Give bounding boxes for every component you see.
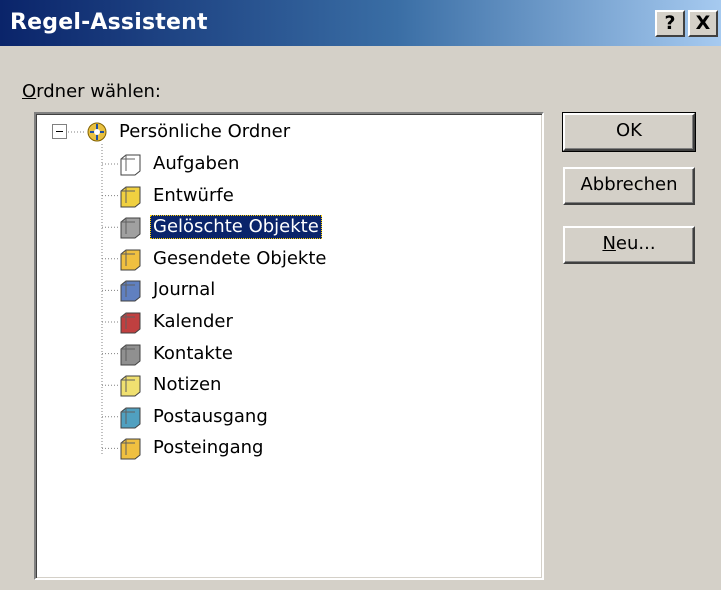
tree-label: Notizen	[153, 374, 222, 396]
tree-item[interactable]: Journal	[118, 276, 218, 304]
cancel-button[interactable]: Abbrechen	[563, 167, 695, 205]
help-button[interactable]: ?	[655, 10, 685, 37]
tree-item[interactable]: Notizen	[118, 371, 224, 399]
tree-label: Aufgaben	[153, 153, 240, 174]
label-text: rdner wählen:	[36, 81, 161, 102]
tree-label: Kalender	[153, 311, 233, 332]
tree-item[interactable]: Gelöschte Objekte	[118, 213, 322, 241]
tree-label: Postausgang	[153, 405, 268, 427]
title-bar[interactable]: Regel-Assistent ? X	[0, 0, 721, 46]
close-button[interactable]: X	[688, 10, 718, 37]
tree-item[interactable]: Gesendete Objekte	[118, 245, 329, 273]
tasks-icon	[118, 152, 144, 176]
tree-label: Gesendete Objekte	[153, 247, 327, 269]
new-mnemonic: N	[602, 233, 616, 254]
new-label: eu...	[615, 233, 656, 254]
new-button[interactable]: Neu...	[563, 226, 695, 264]
label-mnemonic: O	[22, 81, 37, 102]
tree-item[interactable]: Posteingang	[118, 434, 266, 462]
tree-item[interactable]: Kalender	[118, 308, 236, 336]
tree-label: Journal	[153, 279, 216, 301]
deleted-items-icon	[118, 215, 144, 239]
tree-item[interactable]: Kontakte	[118, 340, 236, 368]
tree-label: Kontakte	[153, 342, 233, 364]
folder-tree[interactable]: Persönliche Ordner Aufgaben Entwürfe Gelös…	[34, 112, 544, 580]
journal-icon	[118, 278, 144, 302]
ok-button[interactable]: OK	[562, 112, 696, 152]
tree-lines	[68, 131, 118, 454]
personal-folders-icon	[84, 120, 110, 144]
sent-items-icon	[118, 247, 144, 271]
calendar-icon	[118, 310, 144, 334]
drafts-icon	[118, 184, 144, 208]
collapse-toggle[interactable]	[52, 124, 67, 139]
tree-label: Posteingang	[153, 437, 264, 459]
tree-item[interactable]: Entwürfe	[118, 182, 237, 210]
contacts-icon	[118, 342, 144, 366]
tree-label: Entwürfe	[153, 184, 234, 206]
folder-select-label: Ordner wählen:	[22, 81, 161, 102]
tree-item[interactable]: Aufgaben	[118, 150, 242, 178]
tree-root-personal-folders[interactable]: Persönliche Ordner	[84, 118, 293, 146]
tree-label: Persönliche Ordner	[119, 121, 291, 142]
inbox-icon	[118, 436, 144, 460]
notes-icon	[118, 373, 144, 397]
window-title: Regel-Assistent	[10, 10, 208, 35]
outbox-icon	[118, 405, 144, 429]
tree-item[interactable]: Postausgang	[118, 403, 271, 431]
tree-label: Gelöschte Objekte	[150, 215, 322, 240]
